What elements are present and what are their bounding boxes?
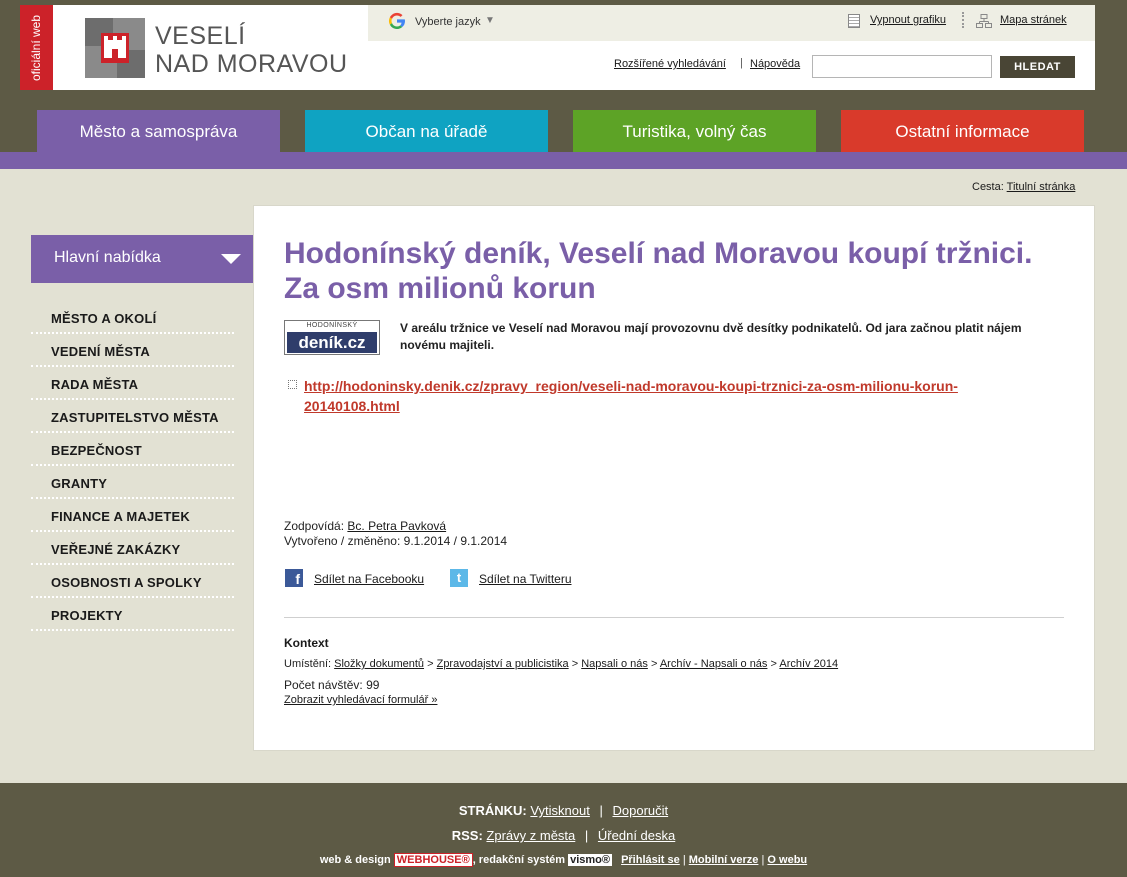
footer-rss-row: RSS: Zprávy z města | Úřední deska — [0, 828, 1127, 843]
path-separator: > — [427, 658, 434, 670]
footer-separator: | — [761, 854, 765, 866]
location-label: Umístění: — [284, 658, 332, 670]
sidebar-item-rada-mesta[interactable]: RADA MĚSTA — [31, 367, 234, 400]
document-icon — [848, 14, 860, 28]
visits-label: Počet návštěv: — [284, 678, 363, 692]
advanced-search-link[interactable]: Rozšířené vyhledávání — [614, 58, 726, 70]
location-link[interactable]: Napsali o nás — [581, 658, 648, 670]
mobile-version-link[interactable]: Mobilní verze — [689, 854, 759, 866]
site-logo[interactable]: VESELÍ NAD MORAVOU — [53, 5, 368, 90]
toggle-graphics-link[interactable]: Vypnout grafiku — [870, 14, 946, 26]
path-separator: > — [650, 658, 658, 670]
sidebar-item-vedeni-mesta[interactable]: VEDENÍ MĚSTA — [31, 334, 234, 367]
context-title: Kontext — [284, 636, 329, 650]
sitemap-link[interactable]: Mapa stránek — [1000, 14, 1067, 26]
sidebar-item-zakazky[interactable]: VEŘEJNÉ ZAKÁZKY — [31, 532, 234, 565]
official-web-label: oficiální web — [29, 14, 43, 82]
location-link[interactable]: Archív 2014 — [779, 658, 838, 670]
footer: STRÁNKU: Vytisknout | Doporučit RSS: Zpr… — [0, 783, 1127, 877]
article-perex: V areálu tržnice ve Veselí nad Moravou m… — [400, 321, 1022, 352]
chevron-down-icon[interactable]: ▼ — [485, 15, 495, 26]
source-logo-bottom: deník.cz — [287, 332, 377, 353]
source-logo-top: HODONÍNSKÝ — [306, 322, 358, 329]
site-name: VESELÍ NAD MORAVOU — [155, 22, 348, 78]
content-panel: Hodonínský deník, Veselí nad Moravou kou… — [253, 205, 1095, 751]
footer-separator: | — [599, 803, 603, 818]
sidebar-item-mesto-a-okoli[interactable]: MĚSTO A OKOLÍ — [31, 301, 234, 334]
show-search-form-link[interactable]: Zobrazit vyhledávací formulář » — [284, 694, 437, 706]
path-separator: > — [770, 658, 777, 670]
header-panel: Vyberte jazyk ▼ Vypnout grafiku Mapa str… — [368, 5, 1095, 90]
cms-prefix: , redakční systém — [472, 854, 566, 866]
nav-tab-turistika[interactable]: Turistika, volný čas — [573, 110, 816, 152]
footer-page-label: STRÁNKU: — [458, 803, 527, 818]
search-button[interactable]: HLEDAT — [1000, 56, 1075, 78]
page-title: Hodonínský deník, Veselí nad Moravou kou… — [284, 237, 1033, 305]
about-link[interactable]: O webu — [767, 854, 807, 866]
breadcrumb-label: Cesta: — [972, 181, 1004, 193]
print-link[interactable]: Vytisknout — [530, 803, 590, 818]
nav-tab-mesto[interactable]: Město a samospráva — [37, 110, 280, 169]
sidebar-item-osobnosti[interactable]: OSOBNOSTI A SPOLKY — [31, 565, 234, 598]
language-strip: Vyberte jazyk ▼ Vypnout grafiku Mapa str… — [368, 5, 1095, 41]
source-logo: HODONÍNSKÝ deník.cz — [284, 320, 380, 355]
location-link[interactable]: Zpravodajství a publicistika — [437, 658, 569, 670]
design-prefix: web & design — [319, 854, 391, 866]
search-input[interactable] — [812, 55, 992, 78]
article-source-link[interactable]: http://hodoninsky.denik.cz/zpravy_region… — [304, 378, 958, 414]
twitter-icon[interactable]: t — [450, 569, 468, 587]
sidebar-menu: MĚSTO A OKOLÍ VEDENÍ MĚSTA RADA MĚSTA ZA… — [31, 301, 234, 631]
sidebar-header[interactable]: Hlavní nabídka — [31, 235, 253, 283]
rss-label: RSS: — [451, 828, 483, 843]
breadcrumb: Cesta: Titulní stránka — [972, 181, 1075, 193]
site-name-line2: NAD MORAVOU — [155, 50, 348, 78]
divider — [284, 617, 1064, 618]
footer-credits-row: web & design WEBHOUSE®, redakční systém … — [0, 853, 1127, 867]
city-emblem-icon — [85, 18, 145, 78]
location-link[interactable]: Složky dokumentů — [334, 658, 424, 670]
google-icon — [388, 12, 406, 30]
chevron-down-icon[interactable] — [221, 254, 241, 264]
rss-board-link[interactable]: Úřední deska — [598, 828, 675, 843]
nav-tab-obcan[interactable]: Občan na úřadě — [305, 110, 548, 152]
nav-tab-ostatni[interactable]: Ostatní informace — [841, 110, 1084, 152]
divider — [962, 12, 964, 28]
visits-value: 99 — [366, 678, 380, 692]
footer-separator: | — [584, 828, 589, 843]
responsible-person-link[interactable]: Bc. Petra Pavková — [347, 519, 446, 533]
responsible-label: Zodpovídá: — [284, 519, 345, 533]
search-separator: | — [740, 57, 743, 69]
footer-separator: | — [682, 854, 686, 866]
article-meta: Zodpovídá: Bc. Petra Pavková Vytvořeno /… — [284, 519, 507, 549]
footer-page-row: STRÁNKU: Vytisknout | Doporučit — [0, 803, 1127, 818]
language-select[interactable]: Vyberte jazyk — [415, 16, 481, 28]
recommend-link[interactable]: Doporučit — [613, 803, 669, 818]
help-link[interactable]: Nápověda — [750, 58, 800, 70]
breadcrumb-home-link[interactable]: Titulní stránka — [1007, 181, 1076, 193]
location-path: Umístění: Složky dokumentů > Zpravodajst… — [284, 658, 838, 670]
sidebar-item-zastupitelstvo[interactable]: ZASTUPITELSTVO MĚSTA — [31, 400, 234, 433]
webhouse-badge[interactable]: WEBHOUSE® — [393, 853, 473, 867]
official-web-tab: oficiální web — [20, 5, 53, 90]
bullet-icon — [288, 380, 297, 389]
sidebar-title: Hlavní nabídka — [54, 249, 161, 266]
sidebar-item-projekty[interactable]: PROJEKTY — [31, 598, 234, 631]
sidebar-item-finance[interactable]: FINANCE A MAJETEK — [31, 499, 234, 532]
visit-count: Počet návštěv: 99 — [284, 678, 379, 692]
created-value: 9.1.2014 / 9.1.2014 — [403, 534, 508, 548]
sitemap-icon — [976, 14, 992, 28]
rss-news-link[interactable]: Zprávy z města — [486, 828, 575, 843]
path-separator: > — [571, 658, 579, 670]
location-link[interactable]: Archív - Napsali o nás — [660, 658, 768, 670]
vismo-badge[interactable]: vismo® — [568, 854, 612, 866]
sidebar-item-bezpecnost[interactable]: BEZPEČNOST — [31, 433, 234, 466]
site-name-line1: VESELÍ — [155, 22, 246, 50]
share-twitter-link[interactable]: Sdílet na Twitteru — [479, 572, 572, 586]
created-label: Vytvořeno / změněno: — [284, 534, 401, 548]
sidebar-item-granty[interactable]: GRANTY — [31, 466, 234, 499]
login-link[interactable]: Přihlásit se — [621, 854, 680, 866]
facebook-icon[interactable]: f — [285, 569, 303, 587]
share-facebook-link[interactable]: Sdílet na Facebooku — [314, 572, 424, 586]
